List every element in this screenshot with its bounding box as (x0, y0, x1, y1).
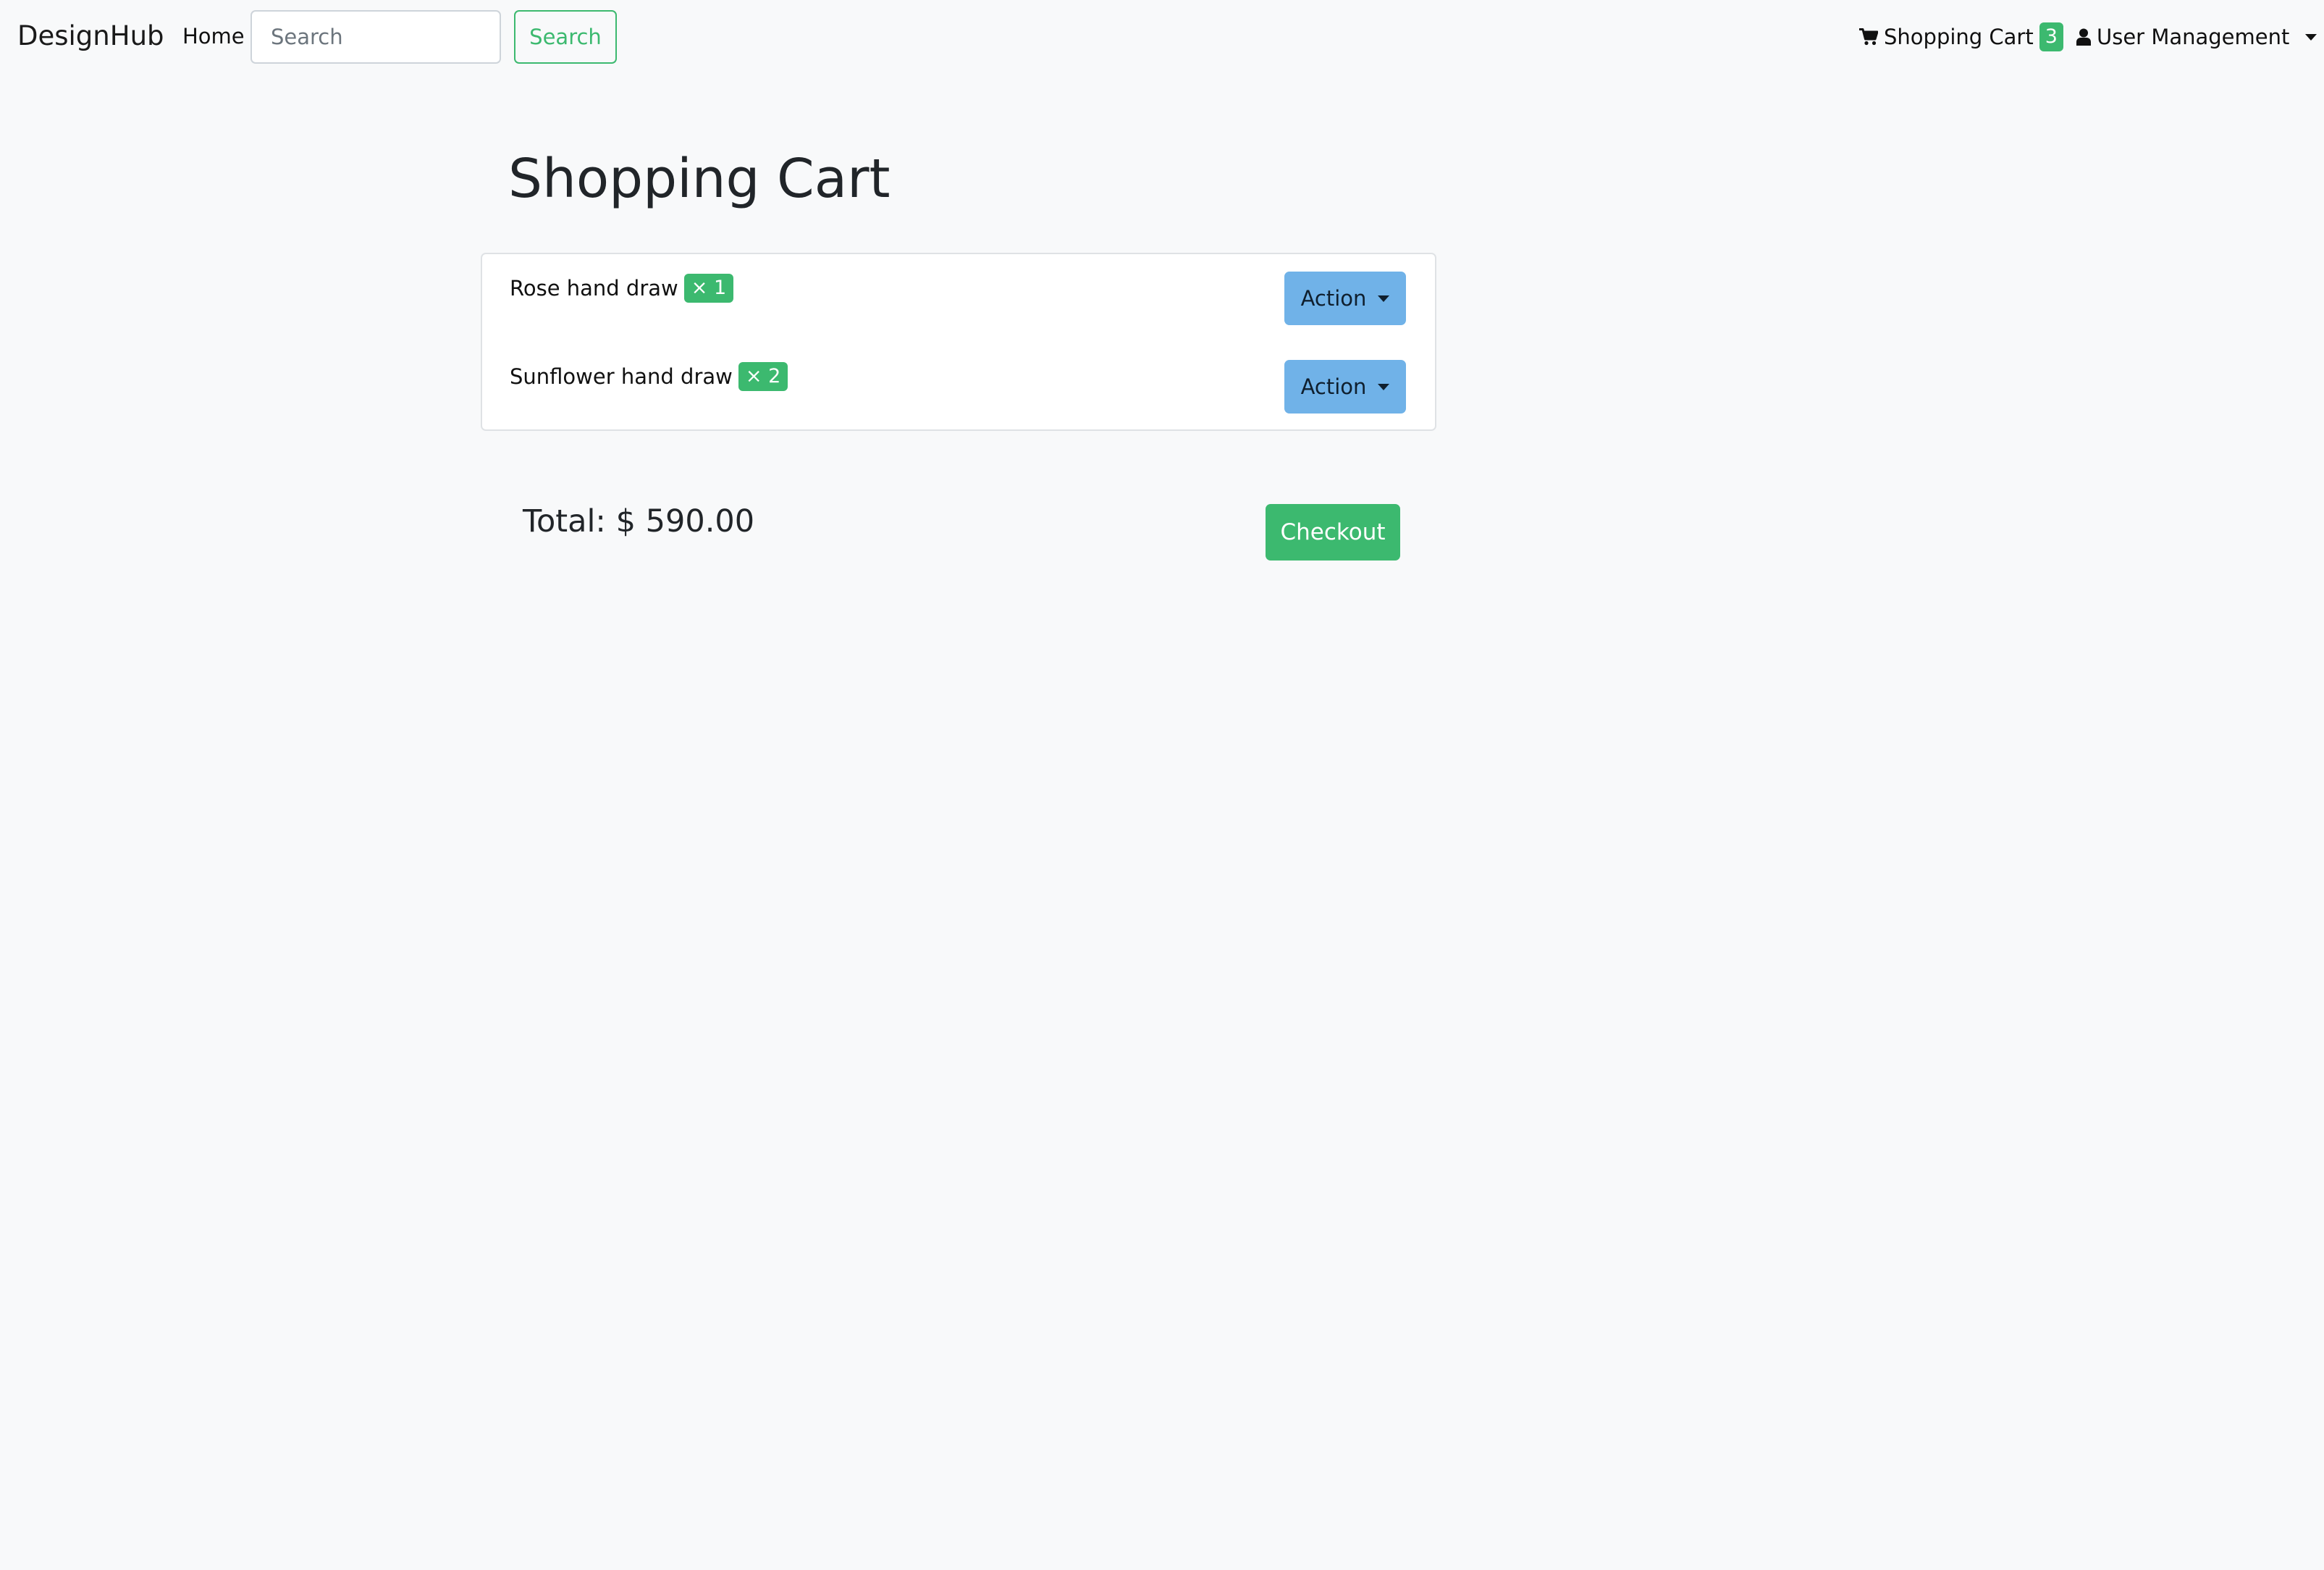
cart-total: Total: $ 590.00 (523, 500, 754, 543)
quantity-badge: × 1 (683, 274, 734, 303)
checkout-button[interactable]: Checkout (1266, 504, 1400, 561)
action-label: Action (1300, 286, 1367, 311)
nav-home-link[interactable]: Home (182, 20, 245, 52)
action-label: Action (1300, 374, 1367, 399)
chevron-down-icon (1378, 295, 1390, 302)
cart-items-list: Rose hand draw × 1 Action Sunflower hand… (481, 253, 1436, 431)
brand-logo[interactable]: DesignHub (17, 17, 164, 55)
total-value: $ 590.00 (615, 503, 755, 540)
cart-item-name: Rose hand draw × 1 (510, 272, 734, 305)
chevron-down-icon (2305, 33, 2317, 41)
navbar: DesignHub Home Search Shopping Cart 3 Us… (0, 0, 2324, 72)
user-management-dropdown[interactable]: User Management (2076, 20, 2317, 54)
search-button[interactable]: Search (514, 10, 617, 64)
search-input[interactable] (250, 10, 501, 64)
cart-item-label: Rose hand draw (510, 276, 678, 301)
total-label: Total: (523, 503, 606, 540)
user-management-label: User Management (2097, 25, 2290, 49)
nav-shopping-cart-link[interactable]: Shopping Cart 3 (1859, 20, 2063, 54)
user-icon (2076, 28, 2091, 46)
chevron-down-icon (1378, 383, 1390, 390)
page-title: Shopping Cart (508, 148, 891, 210)
shopping-cart-icon (1859, 28, 1878, 46)
item-action-dropdown-button[interactable]: Action (1284, 272, 1406, 325)
quantity-badge: × 2 (738, 362, 788, 391)
item-action-dropdown-button[interactable]: Action (1284, 360, 1406, 414)
nav-cart-label: Shopping Cart (1884, 25, 2034, 49)
cart-count-badge: 3 (2039, 22, 2063, 51)
cart-item-label: Sunflower hand draw (510, 364, 733, 389)
cart-item-name: Sunflower hand draw × 2 (510, 360, 788, 393)
